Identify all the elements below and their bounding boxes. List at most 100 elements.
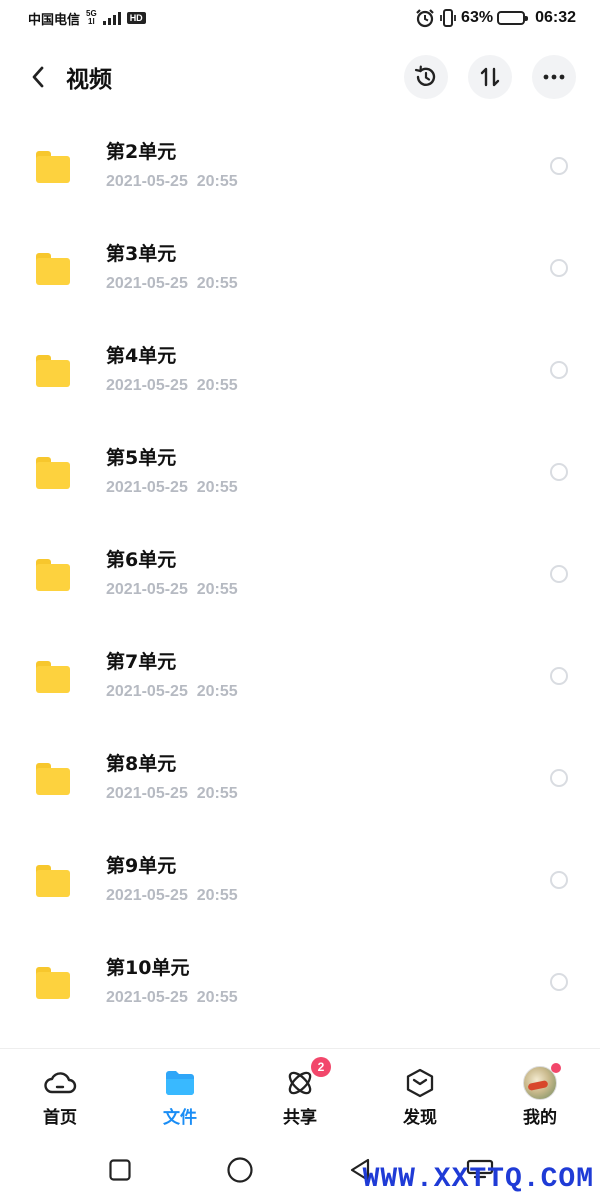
file-row[interactable]: 第8单元 2021-05-25 20:55	[0, 726, 600, 828]
folder-icon	[163, 1067, 197, 1099]
recent-apps-icon	[109, 1159, 131, 1181]
battery-icon	[497, 11, 529, 25]
file-name: 第8单元	[106, 753, 177, 775]
home-icon	[227, 1157, 253, 1183]
file-row[interactable]: 第2单元 2021-05-25 20:55	[0, 114, 600, 216]
file-row[interactable]: 第10单元 2021-05-25 20:55	[0, 930, 600, 1032]
share-badge: 2	[311, 1057, 331, 1077]
folder-icon	[36, 457, 70, 489]
file-row[interactable]: 第6单元 2021-05-25 20:55	[0, 522, 600, 624]
folder-icon	[36, 763, 70, 795]
file-date: 2021-05-25 20:55	[106, 479, 238, 496]
file-date: 2021-05-25 20:55	[106, 683, 238, 700]
nav-item-home[interactable]: 首页	[0, 1049, 120, 1132]
file-row[interactable]: 第4单元 2021-05-25 20:55	[0, 318, 600, 420]
discover-icon	[403, 1067, 437, 1099]
file-info: 第5单元 2021-05-25 20:55	[106, 445, 550, 497]
file-name: 第10单元	[106, 957, 190, 979]
file-info: 第10单元 2021-05-25 20:55	[106, 955, 550, 1007]
nav-label-files: 文件	[163, 1108, 197, 1128]
file-row[interactable]: 第7单元 2021-05-25 20:55	[0, 624, 600, 726]
notification-dot	[551, 1063, 561, 1073]
file-date: 2021-05-25 20:55	[106, 989, 238, 1006]
file-info: 第3单元 2021-05-25 20:55	[106, 241, 550, 293]
nav-label-share: 共享	[283, 1108, 317, 1128]
folder-icon	[36, 661, 70, 693]
file-info: 第8单元 2021-05-25 20:55	[106, 751, 550, 803]
select-radio[interactable]	[550, 259, 568, 277]
file-row[interactable]: 第5单元 2021-05-25 20:55	[0, 420, 600, 522]
select-radio[interactable]	[550, 157, 568, 175]
more-button[interactable]	[532, 55, 576, 99]
file-info: 第9单元 2021-05-25 20:55	[106, 853, 550, 905]
sort-button[interactable]	[468, 55, 512, 99]
page-title: 视频	[66, 67, 112, 93]
header: 视频	[0, 48, 600, 106]
bottom-nav: 首页 文件 2 共享 发现 我的	[0, 1048, 600, 1132]
file-info: 第6单元 2021-05-25 20:55	[106, 547, 550, 599]
history-button[interactable]	[404, 55, 448, 99]
select-radio[interactable]	[550, 361, 568, 379]
nav-item-me[interactable]: 我的	[480, 1049, 600, 1132]
file-name: 第5单元	[106, 447, 177, 469]
network-sub-label: 1l	[88, 17, 95, 26]
alarm-icon	[416, 9, 434, 28]
nav-item-share[interactable]: 2 共享	[240, 1049, 360, 1132]
avatar	[523, 1063, 561, 1100]
clock: 06:32	[535, 9, 576, 26]
nav-label-me: 我的	[523, 1108, 557, 1128]
file-name: 第9单元	[106, 855, 177, 877]
network-type: 5G 1l	[86, 10, 97, 26]
select-radio[interactable]	[550, 463, 568, 481]
folder-icon	[36, 151, 70, 183]
file-info: 第2单元 2021-05-25 20:55	[106, 139, 550, 191]
carrier-label: 中国电信	[28, 11, 81, 27]
more-icon	[543, 74, 565, 80]
file-date: 2021-05-25 20:55	[106, 173, 238, 190]
folder-icon	[36, 355, 70, 387]
status-right: 63% 06:32	[415, 8, 576, 28]
nav-label-home: 首页	[43, 1108, 77, 1128]
select-radio[interactable]	[550, 565, 568, 583]
select-radio[interactable]	[550, 973, 568, 991]
signal-icon	[102, 11, 121, 25]
status-left: 中国电信 5G 1l HD	[28, 9, 146, 28]
folder-icon	[36, 253, 70, 285]
battery-percent: 63%	[461, 9, 494, 26]
file-list: 第2单元 2021-05-25 20:55 第3单元 2021-05-25 20:55…	[0, 114, 600, 1032]
folder-icon	[36, 865, 70, 897]
select-radio[interactable]	[550, 667, 568, 685]
hd-badge: HD	[126, 12, 146, 24]
sort-icon	[480, 67, 500, 87]
file-name: 第7单元	[106, 651, 177, 673]
file-date: 2021-05-25 20:55	[106, 275, 238, 292]
file-date: 2021-05-25 20:55	[106, 581, 238, 598]
nav-item-files[interactable]: 文件	[120, 1049, 240, 1132]
home-button[interactable]	[180, 1146, 300, 1194]
file-info: 第4单元 2021-05-25 20:55	[106, 343, 550, 395]
file-row[interactable]: 第9单元 2021-05-25 20:55	[0, 828, 600, 930]
file-date: 2021-05-25 20:55	[106, 377, 238, 394]
file-date: 2021-05-25 20:55	[106, 785, 238, 802]
file-row[interactable]: 第3单元 2021-05-25 20:55	[0, 216, 600, 318]
chevron-left-icon	[32, 66, 44, 88]
share-orbit-icon: 2	[283, 1057, 331, 1099]
select-radio[interactable]	[550, 769, 568, 787]
back-button[interactable]	[24, 57, 52, 97]
folder-icon	[36, 967, 70, 999]
file-name: 第4单元	[106, 345, 177, 367]
folder-icon	[36, 559, 70, 591]
file-name: 第6单元	[106, 549, 177, 571]
file-date: 2021-05-25 20:55	[106, 887, 238, 904]
status-bar: 中国电信 5G 1l HD 63% 06:32	[0, 0, 600, 36]
select-radio[interactable]	[550, 871, 568, 889]
file-name: 第2单元	[106, 141, 177, 163]
nav-item-discover[interactable]: 发现	[360, 1049, 480, 1132]
recent-apps-button[interactable]	[60, 1146, 180, 1194]
vibrate-icon	[440, 9, 456, 27]
file-name: 第3单元	[106, 243, 177, 265]
cloud-icon	[43, 1067, 77, 1099]
nav-label-discover: 发现	[403, 1108, 437, 1128]
watermark-text: WWW.XXTTQ.COM	[362, 1164, 594, 1195]
history-icon	[414, 65, 436, 86]
